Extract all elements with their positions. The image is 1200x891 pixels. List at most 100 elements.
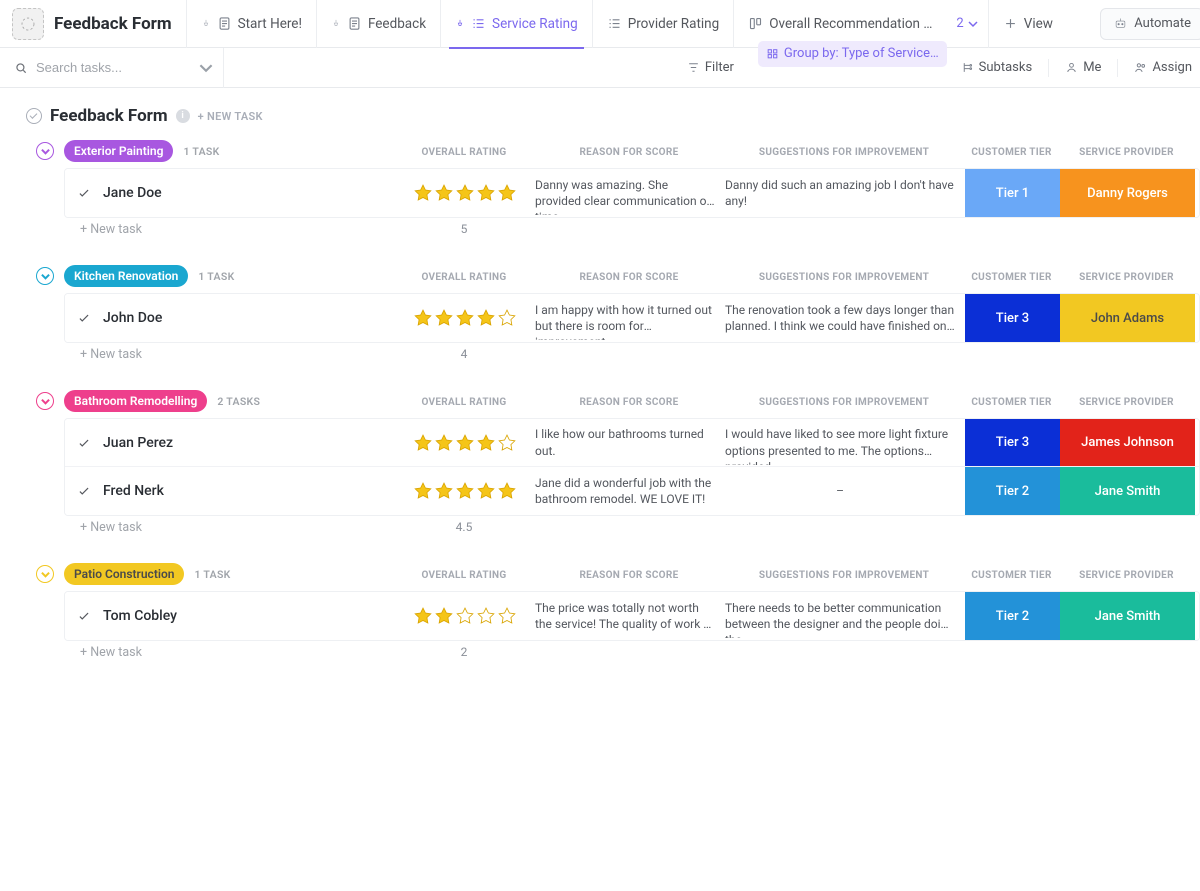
collapse-toggle[interactable] bbox=[36, 267, 54, 285]
check-icon bbox=[77, 311, 91, 325]
app-title: Feedback Form bbox=[54, 14, 172, 34]
col-suggest: SUGGESTIONS FOR IMPROVEMENT bbox=[724, 570, 964, 581]
avg-rating: 2 bbox=[394, 645, 534, 660]
divider bbox=[1117, 59, 1118, 77]
suggestion-cell: Danny did such an amazing job I don't ha… bbox=[725, 169, 965, 217]
assignee-name: Tom Cobley bbox=[103, 608, 177, 624]
reason-text: The price was totally not worth the serv… bbox=[535, 594, 725, 638]
assignee-cell[interactable]: Tom Cobley bbox=[65, 592, 395, 640]
workspace-logo[interactable] bbox=[12, 8, 44, 40]
suggestion-text: Danny did such an amazing job I don't ha… bbox=[725, 171, 965, 215]
collapse-toggle[interactable] bbox=[36, 142, 54, 160]
assignee-name: Juan Perez bbox=[103, 435, 173, 451]
col-provider: SERVICE PROVIDER bbox=[1059, 147, 1194, 158]
table-row[interactable]: Juan Perez I like how our bathrooms turne… bbox=[65, 419, 1199, 467]
assignee-cell[interactable]: John Doe bbox=[65, 294, 395, 342]
tab-label: Provider Rating bbox=[628, 16, 719, 32]
rating-cell bbox=[395, 169, 535, 217]
assignee-cell[interactable]: Juan Perez bbox=[65, 419, 395, 466]
group-by-button[interactable]: Group by: Type of Service… bbox=[758, 41, 947, 67]
table-row[interactable]: Jane Doe Danny was amazing. She provided … bbox=[65, 169, 1199, 217]
chevron-down-icon bbox=[968, 19, 978, 29]
person-icon bbox=[1065, 61, 1078, 74]
group-footer: + New task4 bbox=[64, 347, 1200, 362]
col-rating: OVERALL RATING bbox=[394, 147, 534, 158]
new-task-button[interactable]: + New task bbox=[64, 520, 394, 535]
new-task-button[interactable]: + New task bbox=[64, 347, 394, 362]
provider-cell[interactable]: Jane Smith bbox=[1060, 592, 1195, 640]
rating-cell bbox=[395, 419, 535, 466]
search-icon bbox=[14, 61, 28, 75]
new-task-button[interactable]: + New task bbox=[64, 645, 394, 660]
col-rating: OVERALL RATING bbox=[394, 272, 534, 283]
chevron-down-icon bbox=[41, 570, 50, 579]
suggestion-cell: The renovation took a few days longer th… bbox=[725, 294, 965, 342]
group-pill[interactable]: Kitchen Renovation bbox=[64, 265, 188, 287]
col-reason: REASON FOR SCORE bbox=[534, 272, 724, 283]
reason-cell: I like how our bathrooms turned out. bbox=[535, 419, 725, 466]
check-icon bbox=[77, 609, 91, 623]
group-footer: + New task5 bbox=[64, 222, 1200, 237]
col-tier: CUSTOMER TIER bbox=[964, 147, 1059, 158]
collapse-toggle[interactable] bbox=[36, 392, 54, 410]
assign-button[interactable]: Assign bbox=[1126, 55, 1200, 81]
rating-cell bbox=[395, 592, 535, 640]
provider-cell[interactable]: Jane Smith bbox=[1060, 467, 1195, 515]
tier-cell[interactable]: Tier 2 bbox=[965, 467, 1060, 515]
col-reason: REASON FOR SCORE bbox=[534, 570, 724, 581]
tier-cell[interactable]: Tier 1 bbox=[965, 169, 1060, 217]
page-title: Feedback Form bbox=[50, 106, 168, 126]
assignee-cell[interactable]: Jane Doe bbox=[65, 169, 395, 217]
col-provider: SERVICE PROVIDER bbox=[1059, 397, 1194, 408]
tab-start-here[interactable]: Start Here! bbox=[186, 0, 316, 48]
chevron-down-icon[interactable] bbox=[199, 61, 213, 75]
provider-cell[interactable]: John Adams bbox=[1060, 294, 1195, 342]
group-footer: + New task4.5 bbox=[64, 520, 1200, 535]
group: Exterior Painting1 TASKOVERALL RATINGREA… bbox=[36, 140, 1200, 237]
tier-cell[interactable]: Tier 2 bbox=[965, 592, 1060, 640]
group-count: 1 TASK bbox=[183, 145, 219, 158]
table-row[interactable]: John Doe I am happy with how it turned ou… bbox=[65, 294, 1199, 342]
provider-cell[interactable]: Danny Rogers bbox=[1060, 169, 1195, 217]
tab-feedback[interactable]: Feedback bbox=[316, 0, 440, 48]
filter-button[interactable]: Filter bbox=[679, 55, 742, 81]
group-pill[interactable]: Exterior Painting bbox=[64, 140, 173, 162]
assignee-name: Jane Doe bbox=[103, 185, 162, 201]
assignee-cell[interactable]: Fred Nerk bbox=[65, 467, 395, 515]
automate-button[interactable]: Automate bbox=[1100, 8, 1200, 40]
search-input[interactable] bbox=[36, 60, 215, 75]
more-views-count: 2 bbox=[956, 16, 963, 31]
col-suggest: SUGGESTIONS FOR IMPROVEMENT bbox=[724, 397, 964, 408]
group-pill[interactable]: Bathroom Remodelling bbox=[64, 390, 207, 412]
tab-label: Start Here! bbox=[238, 16, 302, 32]
group-pill[interactable]: Patio Construction bbox=[64, 563, 184, 585]
reason-text: Danny was amazing. She provided clear co… bbox=[535, 171, 725, 215]
group-count: 2 TASKS bbox=[217, 395, 260, 408]
chevron-down-icon bbox=[41, 272, 50, 281]
tier-cell[interactable]: Tier 3 bbox=[965, 419, 1060, 466]
rating-stars bbox=[413, 433, 517, 453]
chevron-down-icon bbox=[41, 397, 50, 406]
info-icon[interactable]: i bbox=[176, 109, 190, 123]
me-label: Me bbox=[1083, 60, 1101, 75]
tab-service-rating[interactable]: Service Rating bbox=[440, 0, 592, 48]
suggestion-cell: There needs to be better communication b… bbox=[725, 592, 965, 640]
reason-text: I am happy with how it turned out but th… bbox=[535, 296, 725, 340]
me-button[interactable]: Me bbox=[1057, 55, 1109, 81]
tier-cell[interactable]: Tier 3 bbox=[965, 294, 1060, 342]
pin-icon bbox=[201, 19, 211, 29]
new-task-button[interactable]: + New task bbox=[64, 222, 394, 237]
subtasks-button[interactable]: Subtasks bbox=[953, 55, 1041, 81]
reason-cell: Jane did a wonderful job with the bathro… bbox=[535, 467, 725, 515]
collapse-toggle[interactable] bbox=[36, 565, 54, 583]
col-reason: REASON FOR SCORE bbox=[534, 397, 724, 408]
new-task-header-button[interactable]: + NEW TASK bbox=[198, 110, 263, 123]
table-row[interactable]: Tom Cobley The price was totally not wort… bbox=[65, 592, 1199, 640]
more-views[interactable]: 2 bbox=[946, 16, 987, 31]
pin-icon bbox=[455, 19, 465, 29]
table-row[interactable]: Fred Nerk Jane did a wonderful job with t… bbox=[65, 467, 1199, 515]
tab-label: Feedback bbox=[368, 16, 426, 32]
provider-cell[interactable]: James Johnson bbox=[1060, 419, 1195, 466]
rating-stars bbox=[413, 308, 517, 328]
toolbar: Filter Group by: Type of Service… Subtas… bbox=[0, 48, 1200, 88]
